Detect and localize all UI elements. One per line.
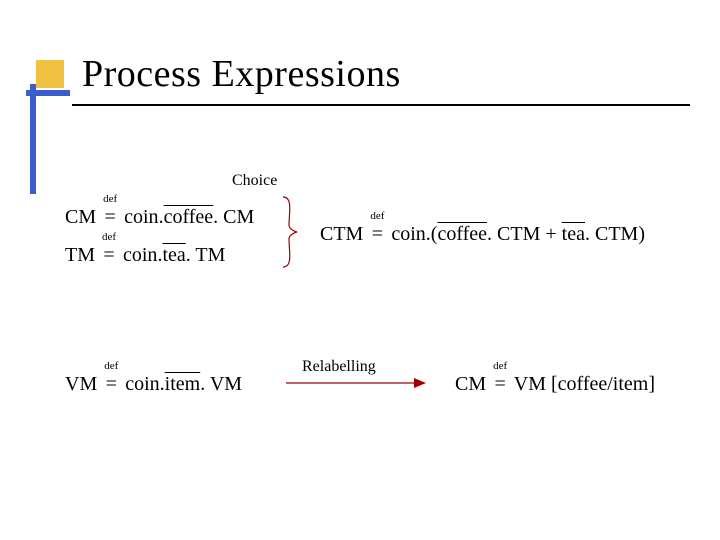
tm-prefix: coin <box>123 244 157 266</box>
equation-ctm: CTM coin.(coffee. CTM + tea. CTM) <box>320 223 645 246</box>
def-eq-icon <box>368 223 386 246</box>
title-underline <box>72 104 690 106</box>
ctm-lhs: CTM <box>320 223 363 245</box>
def-eq-icon <box>100 244 118 267</box>
equation-tm: TM coin.tea. TM <box>65 244 225 267</box>
vm-lhs: VM <box>65 373 97 395</box>
ctm-opt2-action: tea <box>562 223 585 245</box>
brace-icon <box>281 195 299 269</box>
def-eq-icon <box>102 373 120 396</box>
cm2-body: VM [coffee/item] <box>514 373 655 395</box>
tm-action: tea <box>162 244 185 266</box>
title-ornament <box>30 60 72 102</box>
relabelling-label: Relabelling <box>302 358 376 376</box>
ornament-bar-v <box>30 84 36 194</box>
ctm-opt1-rhs: CTM <box>497 223 540 245</box>
arrow-icon <box>286 376 426 390</box>
def-eq-icon <box>101 206 119 229</box>
cm-lhs: CM <box>65 206 96 228</box>
vm-prefix: coin <box>125 373 159 395</box>
cm-rhs: CM <box>223 206 254 228</box>
choice-label: Choice <box>232 172 277 190</box>
cm-action: coffee <box>164 206 214 228</box>
ctm-opt2-rhs: CTM <box>595 223 638 245</box>
ctm-opt1-action: coffee <box>437 223 487 245</box>
def-eq-icon <box>491 373 509 396</box>
tm-lhs: TM <box>65 244 95 266</box>
tm-rhs: TM <box>195 244 225 266</box>
equation-vm: VM coin.item. VM <box>65 373 242 396</box>
page-title: Process Expressions <box>82 52 401 96</box>
ornament-square <box>36 60 64 88</box>
equation-cm: CM coin.coffee. CM <box>65 206 254 229</box>
ctm-prefix: coin <box>391 223 425 245</box>
slide: Process Expressions Choice CM coin.coffe… <box>0 0 720 540</box>
vm-rhs: VM <box>210 373 242 395</box>
vm-action: item <box>165 373 201 395</box>
cm2-lhs: CM <box>455 373 486 395</box>
equation-cm-relabel: CM VM [coffee/item] <box>455 373 655 396</box>
cm-prefix: coin <box>124 206 158 228</box>
